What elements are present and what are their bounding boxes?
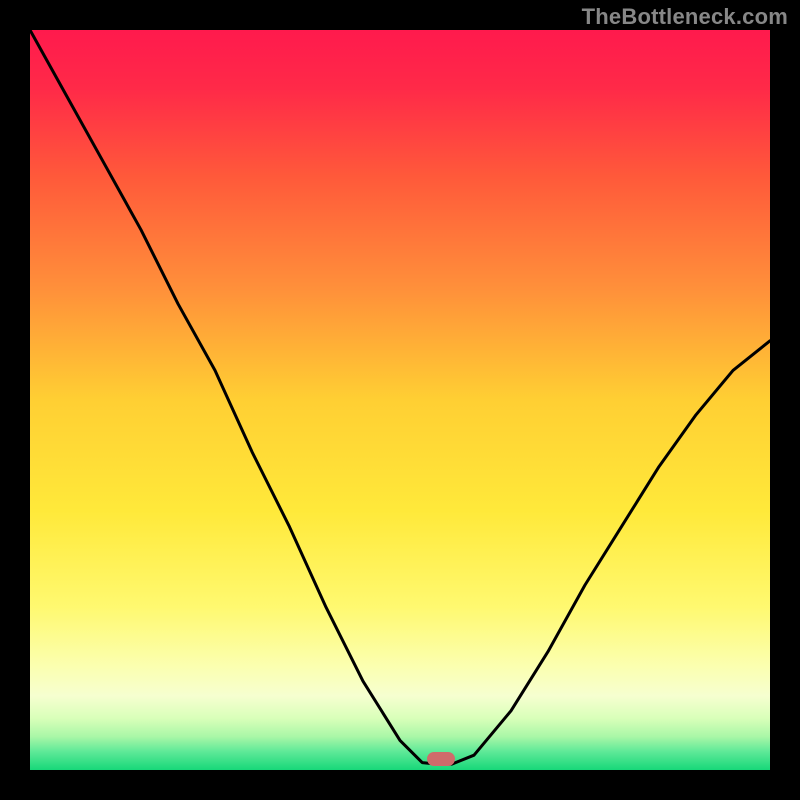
background-gradient <box>30 30 770 770</box>
optimal-marker <box>427 752 455 766</box>
watermark-text: TheBottleneck.com <box>582 4 788 30</box>
app-frame: TheBottleneck.com <box>0 0 800 800</box>
plot-area <box>30 30 770 770</box>
